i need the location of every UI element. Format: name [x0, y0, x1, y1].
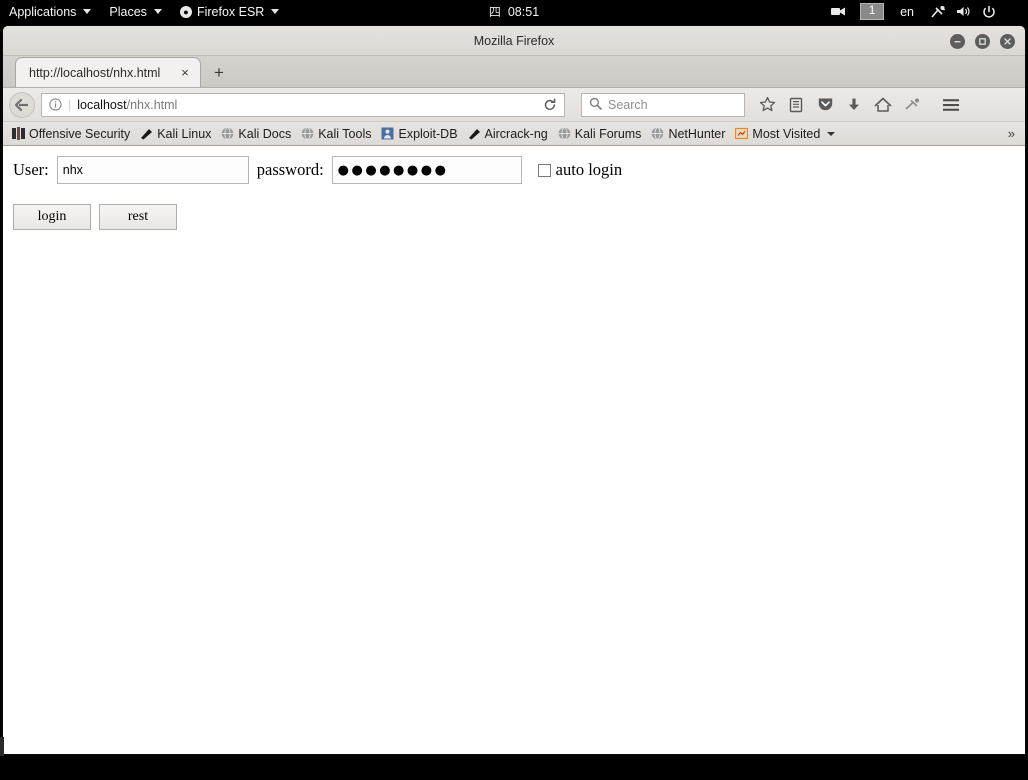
globe-icon: [558, 127, 571, 140]
desktop-top-panel: Applications Places ● Firefox ESR 四 08:5…: [0, 0, 1028, 23]
bookmark-label: Most Visited: [752, 126, 821, 141]
bookmark-label: Kali Tools: [318, 126, 372, 141]
kali-linux-icon: [141, 129, 153, 140]
maximize-button[interactable]: [975, 33, 990, 49]
volume-icon[interactable]: [952, 0, 976, 23]
home-icon[interactable]: [869, 91, 897, 119]
minimize-button[interactable]: [950, 33, 965, 49]
bookmark-label: Exploit-DB: [398, 126, 458, 141]
url-text: localhost/nhx.html: [77, 98, 538, 112]
search-icon: [589, 97, 602, 113]
network-tools-icon[interactable]: [926, 0, 950, 23]
browser-tab[interactable]: http://localhost/nhx.html ×: [15, 57, 201, 87]
globe-icon: [652, 127, 664, 140]
clock-time[interactable]: 08:51: [508, 5, 539, 19]
language-indicator[interactable]: en: [894, 5, 924, 19]
auto-login-label: auto login: [555, 160, 623, 179]
system-menu-chevron-icon[interactable]: [1002, 0, 1022, 23]
login-form-row: User: password: ●●●●●●●● auto login: [13, 156, 1025, 184]
user-label: User:: [13, 160, 49, 179]
bookmark-label: Kali Forums: [574, 126, 642, 141]
exploit-db-icon: [381, 127, 394, 140]
window-title: Mozilla Firefox: [473, 33, 555, 48]
site-info-icon[interactable]: [49, 98, 62, 111]
tab-strip: http://localhost/nhx.html × +: [3, 56, 1025, 88]
aircrack-icon: [468, 129, 480, 140]
panel-tray: 1 en: [827, 0, 1028, 23]
auto-login-field[interactable]: auto login: [537, 160, 623, 180]
bookmark-kali-linux[interactable]: Kali Linux: [135, 124, 216, 144]
firefox-icon: ●: [179, 5, 192, 18]
search-placeholder: Search: [608, 97, 648, 112]
sync-icon[interactable]: [898, 91, 926, 119]
toolbar-icons: [753, 91, 965, 119]
firefox-esr-launcher[interactable]: ● Firefox ESR: [171, 0, 288, 23]
places-menu[interactable]: Places: [100, 0, 171, 23]
most-visited-icon: [735, 127, 749, 140]
bookmark-offensive-security[interactable]: Offensive Security: [7, 124, 135, 144]
library-icon[interactable]: [782, 91, 810, 119]
desktop-bottom-bar: [0, 756, 1028, 780]
tab-title: http://localhost/nhx.html: [29, 65, 161, 80]
url-separator: |: [68, 97, 72, 112]
bookmark-most-visited[interactable]: Most Visited: [730, 124, 840, 144]
workspace-indicator[interactable]: 1: [860, 3, 885, 20]
password-input[interactable]: ●●●●●●●●: [331, 156, 522, 184]
back-button[interactable]: [9, 91, 35, 118]
chevron-down-icon: [271, 9, 280, 14]
close-icon[interactable]: ×: [176, 64, 194, 82]
form-buttons: login rest: [13, 204, 1025, 230]
auto-login-checkbox[interactable]: [537, 163, 551, 177]
window-bottom-left-edge: [0, 737, 4, 757]
reload-icon[interactable]: [538, 94, 562, 116]
navigation-toolbar: | localhost/nhx.html Search: [3, 88, 1025, 122]
firefox-window: Mozilla Firefox http://localhost/nhx.htm…: [2, 25, 1026, 755]
bookmark-label: NetHunter: [668, 126, 726, 141]
power-icon[interactable]: [978, 0, 1000, 23]
new-tab-button[interactable]: +: [205, 59, 233, 87]
bookmark-label: Aircrack-ng: [484, 126, 548, 141]
pocket-icon[interactable]: [811, 91, 839, 119]
url-path: /nhx.html: [126, 97, 178, 112]
chevron-down-icon: [827, 131, 836, 136]
page-content: User: password: ●●●●●●●● auto login logi…: [3, 146, 1025, 754]
hamburger-menu-icon[interactable]: [937, 91, 965, 119]
window-titlebar: Mozilla Firefox: [3, 26, 1025, 56]
window-controls: [950, 26, 1015, 56]
url-bar[interactable]: | localhost/nhx.html: [41, 92, 565, 117]
bookmark-kali-forums[interactable]: Kali Forums: [553, 124, 647, 144]
bookmarks-overflow-button[interactable]: »: [1008, 126, 1021, 141]
globe-icon: [222, 127, 234, 140]
close-button[interactable]: [1000, 33, 1015, 49]
chevron-down-icon: [83, 9, 92, 14]
applications-menu-label: Applications: [9, 4, 77, 19]
password-label: password:: [256, 160, 324, 179]
video-camera-icon[interactable]: [827, 0, 850, 23]
chevron-down-icon: [153, 9, 162, 14]
globe-icon: [301, 127, 314, 140]
offensive-security-icon: [12, 127, 25, 140]
bookmark-kali-tools[interactable]: Kali Tools: [296, 124, 376, 144]
bookmark-label: Offensive Security: [29, 126, 131, 141]
bookmark-aircrack-ng[interactable]: Aircrack-ng: [463, 124, 553, 144]
bookmark-label: Kali Docs: [238, 126, 292, 141]
downloads-icon[interactable]: [840, 91, 868, 119]
bookmarks-bar: Offensive Security Kali Linux Kali Docs …: [3, 122, 1025, 146]
calendar-day-glyph: 四: [488, 5, 501, 19]
applications-menu[interactable]: Applications: [0, 0, 100, 23]
firefox-esr-label: Firefox ESR: [196, 4, 265, 19]
bookmark-exploit-db[interactable]: Exploit-DB: [376, 124, 462, 144]
url-host: localhost: [77, 97, 127, 112]
star-icon[interactable]: [753, 91, 781, 119]
bookmark-nethunter[interactable]: NetHunter: [646, 124, 730, 144]
search-bar[interactable]: Search: [581, 92, 745, 117]
places-menu-label: Places: [109, 4, 147, 19]
reset-button[interactable]: rest: [99, 204, 177, 230]
language-label: en: [900, 4, 914, 19]
bookmark-kali-docs[interactable]: Kali Docs: [216, 124, 296, 144]
user-input[interactable]: [56, 156, 249, 184]
login-button[interactable]: login: [13, 204, 91, 230]
bookmark-label: Kali Linux: [157, 126, 212, 141]
